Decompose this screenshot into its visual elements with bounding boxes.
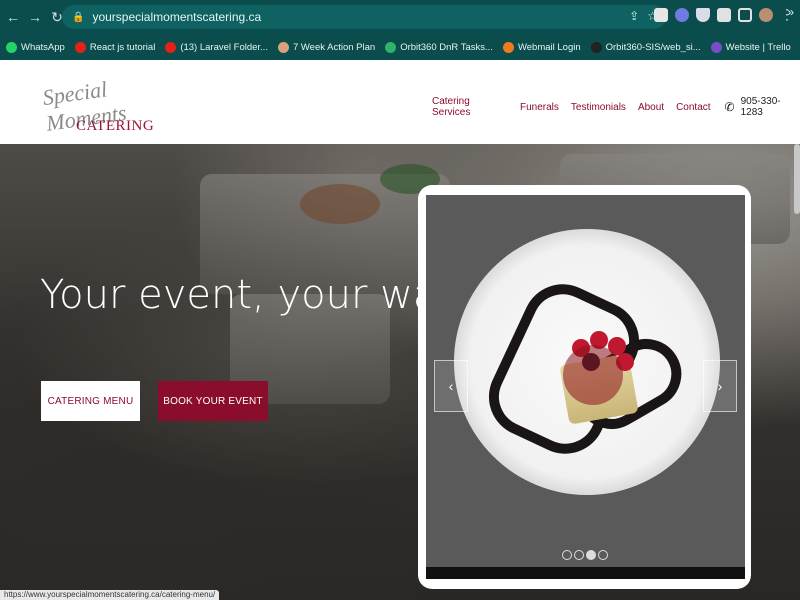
- side-panel-icon[interactable]: [738, 8, 752, 22]
- lock-icon: 🔒: [72, 11, 85, 23]
- site-header: Special Moments CATERING Catering Servic…: [0, 60, 800, 144]
- back-icon[interactable]: ←: [4, 8, 22, 26]
- book-event-button[interactable]: BOOK YOUR EVENT: [158, 381, 268, 421]
- bookmark-favicon-icon: [165, 41, 177, 53]
- slider-next-button[interactable]: ›: [703, 360, 737, 412]
- puzzle-extensions-icon[interactable]: [717, 8, 731, 22]
- bookmark-favicon-icon: [590, 41, 602, 53]
- nav-funerals[interactable]: Funerals: [520, 102, 559, 113]
- hero-title: Your event, your way.: [40, 272, 469, 318]
- bookmark-label: React js tutorial: [89, 41, 156, 53]
- color-extension-icon[interactable]: [675, 8, 689, 22]
- extensions-area: ⋮: [654, 7, 794, 22]
- bookmark-label: 7 Week Action Plan: [292, 41, 376, 53]
- slider-dot[interactable]: [562, 550, 572, 560]
- page-scrollbar[interactable]: [794, 144, 800, 214]
- nav-testimonials[interactable]: Testimonials: [571, 102, 626, 113]
- phone-number: 905-330-1283: [740, 96, 781, 118]
- bookmark-favicon-icon: [6, 41, 17, 53]
- nav-contact[interactable]: Contact: [676, 102, 710, 113]
- nav-catering-services[interactable]: Catering Services: [432, 96, 508, 118]
- phone-icon: ✆: [724, 100, 735, 114]
- bookmark-item[interactable]: Webmail Login: [502, 41, 581, 53]
- site-logo[interactable]: Special Moments CATERING: [41, 72, 174, 136]
- bookmark-item[interactable]: 7 Week Action Plan: [277, 41, 376, 53]
- camera-extension-icon[interactable]: [654, 8, 668, 22]
- main-nav: Catering Services Funerals Testimonials …: [432, 96, 800, 118]
- share-icon[interactable]: ⇪: [629, 9, 639, 23]
- slider-dot[interactable]: [598, 550, 608, 560]
- slider-caption-bar: [426, 567, 745, 579]
- bookmark-item[interactable]: Orbit360-SIS/web_si...: [590, 41, 701, 53]
- bookmark-favicon-icon: [74, 41, 86, 53]
- url-text: yourspecialmomentscatering.ca: [92, 10, 262, 24]
- bookmark-item[interactable]: React js tutorial: [74, 41, 156, 53]
- bookmark-label: Webmail Login: [517, 41, 581, 53]
- image-slider-card: ‹ ›: [418, 185, 751, 589]
- browser-toolbar: ← → ↻ 🔒 yourspecialmomentscatering.ca ⇪ …: [0, 0, 800, 34]
- bookmarks-bar: WhatsApp React js tutorial (13) Laravel Fo…: [0, 34, 800, 60]
- bookmark-label: Website | Trello: [725, 41, 791, 53]
- forward-icon[interactable]: →: [26, 8, 44, 26]
- slider-dots: [562, 550, 608, 560]
- slider-dot[interactable]: [586, 550, 596, 560]
- slider-image: ‹ ›: [426, 195, 745, 579]
- bookmark-item[interactable]: WhatsApp: [6, 41, 65, 53]
- hero-section: Your event, your way. CATERING MENU BOOK…: [0, 144, 800, 600]
- bookmark-favicon-icon: [502, 41, 514, 53]
- phone-link[interactable]: ✆ 905-330-1283: [725, 96, 800, 118]
- catering-menu-button[interactable]: CATERING MENU: [41, 381, 140, 421]
- bookmark-favicon-icon: [710, 41, 722, 53]
- profile-avatar-icon[interactable]: [759, 8, 773, 22]
- status-url: https://www.yourspecialmomentscatering.c…: [0, 590, 220, 600]
- shield-extension-icon[interactable]: [696, 8, 710, 22]
- bookmark-favicon-icon: [277, 41, 289, 53]
- bookmark-item[interactable]: Website | Trello: [710, 41, 791, 53]
- bookmark-label: Orbit360-SIS/web_si...: [605, 41, 701, 53]
- bookmark-label: (13) Laravel Folder...: [180, 41, 268, 53]
- address-bar[interactable]: 🔒 yourspecialmomentscatering.ca ⇪ ☆: [62, 5, 666, 29]
- logo-catering: CATERING: [76, 118, 155, 134]
- slide-highlight: [563, 345, 623, 405]
- bookmark-item[interactable]: Orbit360 DnR Tasks...: [385, 41, 493, 53]
- bookmark-item[interactable]: (13) Laravel Folder...: [165, 41, 268, 53]
- slider-dot[interactable]: [574, 550, 584, 560]
- bookmark-label: WhatsApp: [21, 41, 65, 53]
- more-bookmarks-icon[interactable]: »: [787, 5, 794, 19]
- bookmark-favicon-icon: [385, 41, 397, 53]
- bookmark-label: Orbit360 DnR Tasks...: [400, 41, 493, 53]
- nav-about[interactable]: About: [638, 102, 664, 113]
- slider-prev-button[interactable]: ‹: [434, 360, 468, 412]
